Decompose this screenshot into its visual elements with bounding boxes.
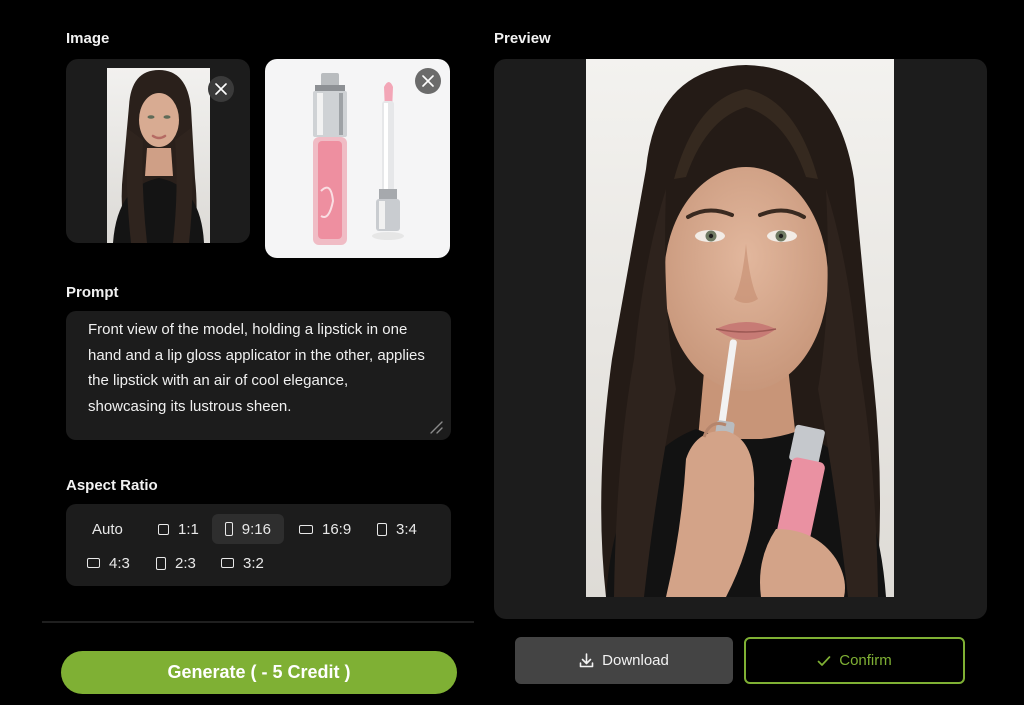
- aspect-option-auto[interactable]: Auto: [80, 514, 135, 544]
- confirm-button[interactable]: Confirm: [744, 637, 965, 684]
- product-image-thumbnail: [313, 73, 404, 245]
- aspect-option-label: 4:3: [109, 554, 130, 572]
- divider: [42, 621, 474, 623]
- model-image-thumbnail: [107, 68, 210, 243]
- portrait-ratio-icon: [156, 556, 166, 570]
- aspect-option-label: 3:2: [243, 554, 264, 572]
- remove-model-image-button[interactable]: [208, 76, 234, 102]
- download-label: Download: [602, 652, 669, 669]
- aspect-option-4-3[interactable]: 4:3: [78, 548, 139, 578]
- landscape-ratio-icon: [299, 524, 313, 534]
- landscape-ratio-icon: [221, 558, 234, 568]
- aspect-ratio-panel: Auto 1:1 9:16 16:9 3:4 4:3 2:3 3:2: [66, 504, 451, 586]
- aspect-option-label: 16:9: [322, 520, 352, 538]
- square-ratio-icon: [158, 523, 169, 535]
- preview-panel: [494, 59, 987, 619]
- resize-grip-icon[interactable]: [429, 420, 443, 434]
- download-button[interactable]: Download: [515, 637, 733, 684]
- portrait-ratio-icon: [377, 522, 387, 536]
- aspect-option-label: 3:4: [396, 520, 417, 538]
- aspect-option-label: 1:1: [178, 520, 199, 538]
- close-icon: [215, 83, 227, 95]
- aspect-option-1-1[interactable]: 1:1: [149, 514, 208, 544]
- aspect-option-9-16[interactable]: 9:16: [212, 514, 284, 544]
- model-image-card: [66, 59, 250, 243]
- preview-image: [586, 59, 894, 597]
- preview-section-title: Preview: [494, 30, 551, 47]
- aspect-option-label: 9:16: [241, 520, 271, 538]
- portrait-ratio-icon: [225, 522, 233, 536]
- aspect-option-3-4[interactable]: 3:4: [368, 514, 426, 544]
- aspect-ratio-section-title: Aspect Ratio: [66, 477, 158, 494]
- generate-button[interactable]: Generate ( - 5 Credit ): [61, 651, 457, 694]
- aspect-option-16-9[interactable]: 16:9: [290, 514, 360, 544]
- prompt-text: Front view of the model, holding a lipst…: [88, 321, 425, 415]
- prompt-textarea[interactable]: Front view of the model, holding a lipst…: [66, 311, 451, 440]
- confirm-label: Confirm: [839, 652, 892, 669]
- prompt-section-title: Prompt: [66, 284, 119, 301]
- landscape-ratio-icon: [87, 558, 100, 568]
- aspect-option-2-3[interactable]: 2:3: [147, 548, 205, 578]
- aspect-option-3-2[interactable]: 3:2: [212, 548, 273, 578]
- download-icon: [579, 653, 594, 668]
- aspect-option-label: Auto: [92, 520, 123, 538]
- product-image-card: [265, 59, 450, 258]
- aspect-option-label: 2:3: [175, 554, 196, 572]
- check-icon: [817, 655, 831, 666]
- close-icon: [422, 75, 434, 87]
- remove-product-image-button[interactable]: [415, 68, 441, 94]
- image-section-title: Image: [66, 30, 110, 47]
